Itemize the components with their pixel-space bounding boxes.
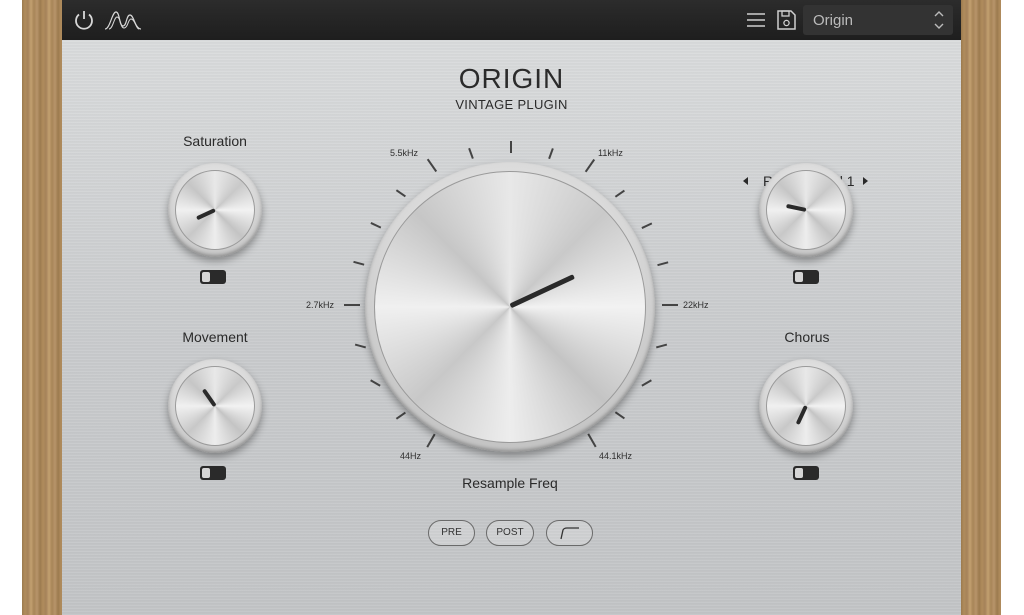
plugin-window: Origin ORIGIN VINTAGE PLUGIN Saturation … <box>22 0 1001 615</box>
reel-knob[interactable] <box>759 163 853 257</box>
movement-label: Movement <box>182 329 248 345</box>
next-arrow-icon[interactable] <box>863 177 868 185</box>
preset-selector[interactable]: Origin <box>803 5 953 35</box>
plugin-subtitle: VINTAGE PLUGIN <box>455 97 568 112</box>
chorus-knob[interactable] <box>759 359 853 453</box>
filter-curve-icon <box>559 527 579 540</box>
updown-arrows-icon[interactable] <box>933 8 945 32</box>
saturation-toggle[interactable] <box>200 270 226 284</box>
freq-label-22k: 22kHz <box>683 300 709 310</box>
preset-name: Origin <box>813 12 854 29</box>
resample-freq-knob[interactable] <box>365 162 655 452</box>
top-bar: Origin <box>62 0 961 40</box>
menu-icon[interactable] <box>744 8 768 32</box>
saturation-label: Saturation <box>183 133 247 149</box>
freq-label-44.1k: 44.1kHz <box>599 451 633 461</box>
prev-arrow-icon[interactable] <box>743 177 748 185</box>
movement-knob[interactable] <box>168 359 262 453</box>
right-wood-panel <box>961 0 1001 615</box>
post-button[interactable]: POST <box>486 520 534 546</box>
freq-label-5.5k: 5.5kHz <box>390 148 419 158</box>
filter-shape-button[interactable] <box>546 520 593 546</box>
power-icon[interactable] <box>72 8 96 32</box>
saturation-knob[interactable] <box>168 163 262 257</box>
plugin-title: ORIGIN <box>458 63 565 94</box>
logo-wave-icon <box>104 8 142 32</box>
left-wood-panel <box>22 0 62 615</box>
pre-button[interactable]: PRE <box>428 520 475 546</box>
freq-label-2.7k: 2.7kHz <box>306 300 335 310</box>
chorus-label: Chorus <box>784 329 830 345</box>
reel-toggle[interactable] <box>793 270 819 284</box>
freq-label-44: 44Hz <box>400 451 422 461</box>
save-icon[interactable] <box>774 8 798 32</box>
chorus-toggle[interactable] <box>793 466 819 480</box>
freq-label-11k: 11kHz <box>598 148 623 158</box>
resample-freq-label: Resample Freq <box>462 475 558 491</box>
main-panel: ORIGIN VINTAGE PLUGIN Saturation Movemen… <box>62 40 961 615</box>
movement-toggle[interactable] <box>200 466 226 480</box>
